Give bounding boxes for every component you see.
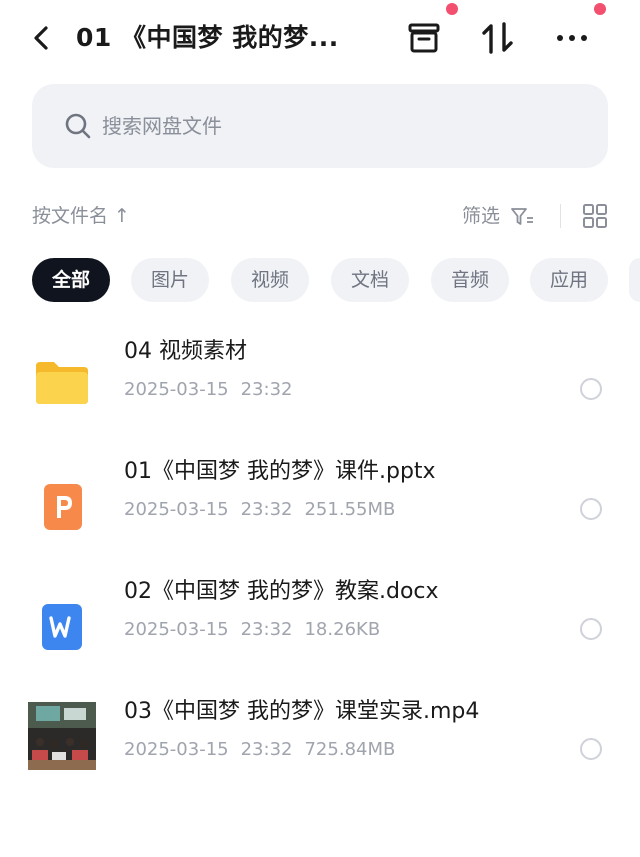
- file-date: 2025-03-15: [124, 499, 229, 520]
- file-meta: 2025-03-15 23:32 251.55MB: [124, 496, 395, 524]
- folder-icon: [36, 362, 88, 404]
- file-time: 23:32: [240, 619, 293, 640]
- chip-videos[interactable]: 视频: [231, 258, 309, 302]
- file-meta: 2025-03-15 23:32 18.26KB: [124, 616, 380, 644]
- select-radio[interactable]: [580, 378, 602, 400]
- file-size: 725.84MB: [304, 739, 396, 760]
- docx-file-icon: [42, 604, 82, 650]
- file-name: 03《中国梦 我的梦》课堂实录.mp4: [124, 699, 480, 724]
- list-item[interactable]: 02《中国梦 我的梦》教案.docx 2025-03-15 23:32 18.26K…: [0, 568, 640, 668]
- category-chips: 全部 图片 视频 文档 音频 应用: [0, 258, 640, 302]
- chevron-left-icon[interactable]: [30, 22, 54, 54]
- grid-view-icon[interactable]: [582, 203, 608, 229]
- pptx-file-icon: [44, 484, 82, 530]
- chip-documents[interactable]: 文档: [331, 258, 409, 302]
- chip-audio[interactable]: 音频: [431, 258, 509, 302]
- more-icon[interactable]: [552, 18, 592, 58]
- sort-bar: 按文件名 ↑ 筛选: [0, 196, 640, 236]
- list-item[interactable]: 01《中国梦 我的梦》课件.pptx 2025-03-15 23:32 251.55…: [0, 448, 640, 548]
- select-radio[interactable]: [580, 618, 602, 640]
- chip-all[interactable]: 全部: [32, 258, 110, 302]
- file-size: 251.55MB: [304, 499, 396, 520]
- page-title: 01 《中国梦 我的梦...: [76, 23, 339, 52]
- sort-arrows-icon[interactable]: [478, 18, 518, 58]
- file-time: 23:32: [240, 499, 293, 520]
- divider: [560, 204, 561, 228]
- file-time: 23:32: [240, 379, 293, 400]
- filter-icon[interactable]: [510, 206, 534, 228]
- file-time: 23:32: [240, 739, 293, 760]
- video-thumbnail: [28, 702, 96, 770]
- search-input[interactable]: 搜索网盘文件: [102, 112, 222, 140]
- sort-by-name[interactable]: 按文件名 ↑: [32, 204, 130, 228]
- search-icon: [65, 113, 91, 139]
- file-date: 2025-03-15: [124, 619, 229, 640]
- file-meta: 2025-03-15 23:32: [124, 376, 292, 404]
- select-radio[interactable]: [580, 498, 602, 520]
- chip-apps[interactable]: 应用: [530, 258, 608, 302]
- file-name: 01《中国梦 我的梦》课件.pptx: [124, 459, 436, 484]
- notification-badge: [446, 3, 458, 15]
- file-date: 2025-03-15: [124, 739, 229, 760]
- top-bar: 01 《中国梦 我的梦...: [0, 0, 640, 80]
- notification-badge: [594, 3, 606, 15]
- chip-more[interactable]: [629, 258, 640, 302]
- list-item[interactable]: 04 视频素材 2025-03-15 23:32: [0, 328, 640, 428]
- chip-images[interactable]: 图片: [131, 258, 209, 302]
- file-meta: 2025-03-15 23:32 725.84MB: [124, 736, 395, 764]
- filter-button[interactable]: 筛选: [462, 204, 500, 228]
- file-name: 04 视频素材: [124, 339, 247, 364]
- select-radio[interactable]: [580, 738, 602, 760]
- file-size: 18.26KB: [304, 619, 381, 640]
- file-name: 02《中国梦 我的梦》教案.docx: [124, 579, 439, 604]
- archive-icon[interactable]: [404, 18, 444, 58]
- file-date: 2025-03-15: [124, 379, 229, 400]
- search-bar[interactable]: 搜索网盘文件: [32, 84, 608, 168]
- list-item[interactable]: 03《中国梦 我的梦》课堂实录.mp4 2025-03-15 23:32 725.8…: [0, 688, 640, 788]
